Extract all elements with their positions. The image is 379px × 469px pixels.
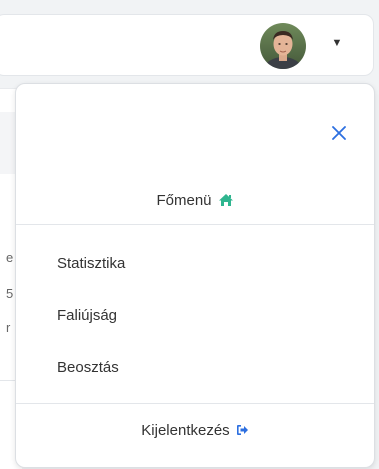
background-text-fragment: e [6, 250, 14, 265]
menu-divider [16, 224, 374, 225]
background-text-fragment: r [6, 320, 11, 335]
close-icon[interactable] [330, 124, 348, 142]
menu-divider [16, 403, 374, 404]
background-text-fragment: 5 [6, 286, 14, 301]
logout-icon [236, 423, 249, 441]
user-avatar[interactable] [260, 23, 306, 69]
logout-button[interactable]: Kijelentkezés [16, 422, 374, 441]
menu-item-faliujsag[interactable]: Faliújság [57, 307, 117, 325]
menu-item-statisztika[interactable]: Statisztika [57, 255, 125, 273]
chevron-down-icon[interactable]: ▼ [330, 36, 344, 50]
user-dropdown-menu: Főmenü Statisztika Faliújság Beosztás Ki… [15, 83, 375, 468]
top-header-bar [0, 14, 374, 76]
logout-label: Kijelentkezés [141, 422, 230, 439]
home-icon [218, 193, 234, 212]
menu-title: Főmenü [16, 192, 374, 212]
menu-item-beosztas[interactable]: Beosztás [57, 359, 119, 377]
menu-title-label: Főmenü [156, 192, 212, 209]
